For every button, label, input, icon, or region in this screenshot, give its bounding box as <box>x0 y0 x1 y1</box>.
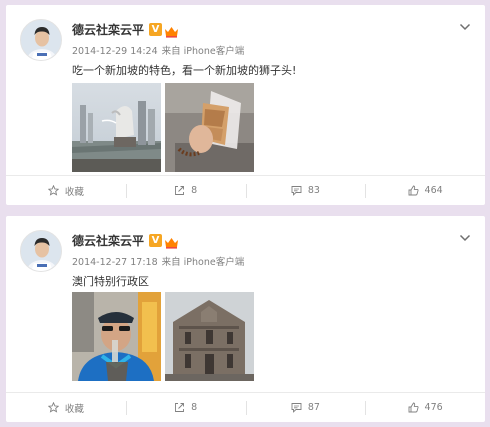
post-text: 澳门特别行政区 <box>72 275 149 288</box>
author-name[interactable]: 德云社栾云平 <box>72 232 144 249</box>
weibo-post-card: 德云社栾云平 V 2014-12-29 14:24 来自 iPhone客户端 吃一… <box>6 5 485 205</box>
verified-v-badge[interactable]: V <box>149 22 163 36</box>
like-count: 476 <box>424 402 443 413</box>
repost-count: 8 <box>191 185 198 196</box>
repost-button[interactable]: 8 <box>125 176 246 205</box>
chevron-down-icon[interactable] <box>459 228 471 242</box>
post-timestamp[interactable]: 2014-12-29 14:24 <box>72 46 158 57</box>
post-meta: 2014-12-27 17:18 来自 iPhone客户端 <box>72 254 244 268</box>
like-button[interactable]: 476 <box>365 393 485 422</box>
share-icon <box>175 186 185 195</box>
ruins-st-paul-photo[interactable] <box>165 292 254 381</box>
comment-icon <box>291 186 302 196</box>
like-button[interactable]: 464 <box>365 176 485 205</box>
chevron-down-icon[interactable] <box>459 17 471 31</box>
comment-count: 83 <box>307 185 320 196</box>
comment-button[interactable]: 83 <box>245 176 366 205</box>
share-icon <box>175 403 185 412</box>
favorite-label: 收藏 <box>64 186 84 198</box>
comment-button[interactable]: 87 <box>245 393 366 422</box>
author-avatar[interactable] <box>20 19 62 61</box>
weibo-post-card: 德云社栾云平 V 2014-12-27 17:18 来自 iPhone客户端 澳门… <box>6 216 485 422</box>
thumbs-up-icon <box>408 185 419 196</box>
post-action-bar: 收藏 8 87 476 <box>6 392 485 422</box>
post-source: 来自 iPhone客户端 <box>161 257 245 268</box>
verified-v-badge[interactable]: V <box>149 233 163 247</box>
post-text: 吃一个新加坡的特色，看一个新加坡的狮子头! <box>72 64 297 77</box>
toast-snack-photo[interactable] <box>165 83 254 172</box>
star-icon <box>47 185 59 196</box>
thumbs-up-icon <box>408 402 419 413</box>
comment-icon <box>291 403 302 413</box>
star-icon <box>47 402 59 413</box>
merlion-photo[interactable] <box>72 83 161 172</box>
author-avatar[interactable] <box>20 230 62 272</box>
repost-button[interactable]: 8 <box>125 393 246 422</box>
favorite-button[interactable]: 收藏 <box>6 393 126 422</box>
comment-count: 87 <box>307 402 320 413</box>
favorite-button[interactable]: 收藏 <box>6 176 126 205</box>
author-name[interactable]: 德云社栾云平 <box>72 21 144 38</box>
post-timestamp[interactable]: 2014-12-27 17:18 <box>72 257 158 268</box>
post-meta: 2014-12-29 14:24 来自 iPhone客户端 <box>72 43 244 57</box>
post-action-bar: 收藏 8 83 464 <box>6 175 485 205</box>
member-crown-badge[interactable] <box>164 234 179 249</box>
repost-count: 8 <box>191 402 198 413</box>
favorite-label: 收藏 <box>64 403 84 415</box>
selfie-drink-photo[interactable] <box>72 292 161 381</box>
post-source: 来自 iPhone客户端 <box>161 46 245 57</box>
member-crown-badge[interactable] <box>164 23 179 38</box>
like-count: 464 <box>424 185 443 196</box>
